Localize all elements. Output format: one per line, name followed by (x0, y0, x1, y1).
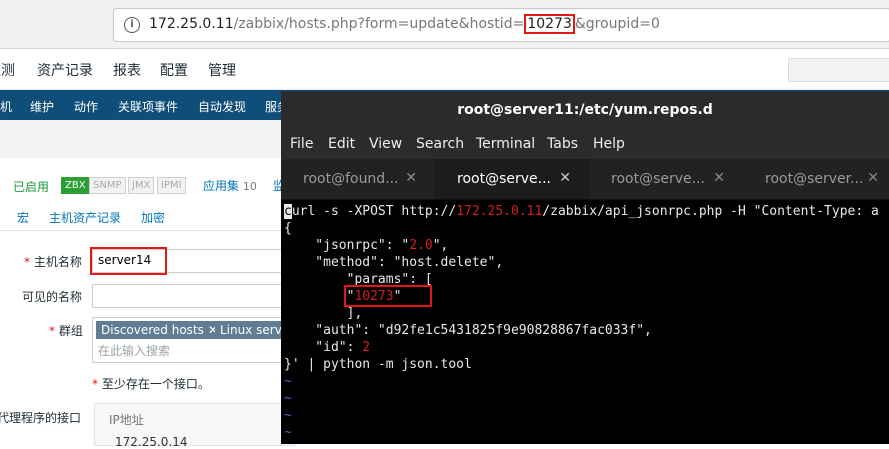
group-chip[interactable]: Discovered hosts ✕ (96, 321, 223, 339)
terminal-line: "jsonrpc": "2.0", (284, 238, 449, 253)
main-menu: 监测 资产记录 报表 配置 管理 (0, 49, 889, 90)
url-query: &groupid=0 (574, 16, 660, 32)
menu-reports[interactable]: 报表 (113, 60, 141, 80)
terminal-line: { (284, 221, 292, 236)
applications-count: 10 (242, 180, 257, 193)
tab-label: root@serve... (611, 171, 705, 187)
terminal-menubar: File Edit View Search Terminal Tabs Help (281, 131, 889, 159)
tab-macros[interactable]: 宏 (17, 209, 29, 226)
url-hostid-highlight: 10273 (524, 14, 575, 34)
host-status-bar: 已启用 ZBX SNMP JMX IPMI 应用集 10 监 (0, 165, 300, 205)
groups-search-placeholder: 在此输入搜索 (98, 344, 171, 358)
terminal-tabbar: root@found... ✕ root@serve... ✕ root@serve… (281, 159, 889, 200)
tab-label: root@server... (765, 171, 864, 187)
terminal-line: "method": "host.delete", (284, 255, 504, 270)
terminal-tab-active[interactable]: root@serve... ✕ (435, 159, 589, 199)
tab-inventory[interactable]: 主机资产记录 (49, 209, 121, 226)
menu-search[interactable]: Search (416, 136, 464, 152)
global-search-input[interactable] (788, 58, 889, 82)
submenu-actions[interactable]: 动作 (74, 98, 98, 115)
menu-monitoring[interactable]: 监测 (0, 60, 15, 80)
zbx-badge: ZBX (61, 177, 90, 194)
terminal-line: "id": 2 (284, 340, 371, 355)
close-icon[interactable]: ✕ (867, 170, 879, 186)
terminal-window[interactable]: root@server11:/etc/yum.repos.d File Edit… (281, 91, 889, 444)
agent-interface-label: 代理程序的接口 (0, 411, 82, 425)
ip-header: IP地址 (109, 413, 144, 427)
menu-view[interactable]: View (369, 136, 402, 152)
ipmi-badge: IPMI (157, 177, 186, 194)
terminal-tilde: ~ (284, 391, 292, 406)
menu-configuration[interactable]: 配置 (160, 60, 188, 80)
url-path: /zabbix/hosts.php?form=update&hostid= (233, 16, 525, 32)
menu-edit[interactable]: Edit (328, 136, 355, 152)
terminal-titlebar[interactable]: root@server11:/etc/yum.repos.d (281, 91, 889, 131)
snmp-badge: SNMP (89, 177, 126, 194)
submenu-correlation[interactable]: 关联项事件 (118, 98, 178, 115)
menu-help[interactable]: Help (593, 136, 625, 152)
groups-label: * 群组 (49, 324, 83, 338)
hostname-label: * 主机名称 (24, 255, 82, 269)
terminal-output[interactable]: curl -s -XPOST http://172.25.0.11/zabbix… (281, 200, 889, 444)
menu-administration[interactable]: 管理 (208, 60, 236, 80)
tab-label: root@found... (303, 171, 399, 187)
interface-note: * 至少存在一个接口。 (92, 377, 210, 391)
hostname-highlight (90, 247, 167, 275)
host-form-tabs: 宏 主机资产记录 加密 (0, 205, 300, 231)
menu-inventory[interactable]: 资产记录 (37, 60, 93, 80)
url-host: 172.25.0.11 (149, 16, 234, 32)
agent-interface-table: IP地址 172.25.0.14 (94, 403, 296, 449)
terminal-tab[interactable]: root@serve... ✕ (589, 159, 743, 199)
terminal-line: "auth": "d92fe1c5431825f9e90828867fac033… (284, 323, 652, 338)
menu-tabs[interactable]: Tabs (547, 136, 578, 152)
visible-name-label: 可见的名称 (22, 290, 83, 304)
address-bar[interactable]: i 172.25.0.11/zabbix/hosts.php?form=upda… (113, 8, 889, 42)
enabled-status: 已启用 (13, 180, 50, 194)
submenu-discovery[interactable]: 自动发现 (198, 98, 246, 115)
terminal-line: curl -s -XPOST http://172.25.0.11/zabbix… (284, 204, 879, 219)
browser-toolbar: i 172.25.0.11/zabbix/hosts.php?form=upda… (0, 0, 889, 49)
menu-terminal[interactable]: Terminal (476, 136, 535, 152)
applications-link[interactable]: 应用集 10 (203, 177, 257, 194)
terminal-tab[interactable]: root@server... ✕ (743, 159, 889, 199)
close-icon[interactable]: ✕ (405, 170, 417, 186)
submenu-maintenance[interactable]: 维护 (30, 98, 54, 115)
visible-name-input[interactable] (92, 284, 290, 308)
terminal-tilde: ~ (284, 425, 292, 440)
terminal-tilde: ~ (284, 408, 292, 423)
tab-label: root@serve... (457, 171, 551, 187)
groups-multiselect[interactable]: Discovered hosts ✕ Linux serve 在此输入搜索 (92, 317, 295, 363)
terminal-cursor: c (284, 204, 292, 219)
hostid-highlight (344, 285, 432, 307)
tab-encryption[interactable]: 加密 (141, 209, 165, 226)
terminal-title: root@server11:/etc/yum.repos.d (457, 102, 713, 118)
ip-value[interactable]: 172.25.0.14 (115, 435, 188, 449)
url-text: 172.25.0.11/zabbix/hosts.php?form=update… (149, 14, 660, 34)
close-icon[interactable]: ✕ (559, 170, 571, 186)
terminal-tab[interactable]: root@found... ✕ (281, 159, 435, 199)
info-icon[interactable]: i (124, 17, 140, 33)
terminal-tilde: ~ (284, 374, 292, 389)
jmx-badge: JMX (128, 177, 155, 194)
terminal-line: }' | python -m json.tool (284, 357, 472, 372)
terminal-line: ], (284, 306, 363, 321)
menu-file[interactable]: File (290, 136, 313, 152)
close-icon[interactable]: ✕ (713, 170, 725, 186)
applications-label: 应用集 (203, 179, 240, 193)
